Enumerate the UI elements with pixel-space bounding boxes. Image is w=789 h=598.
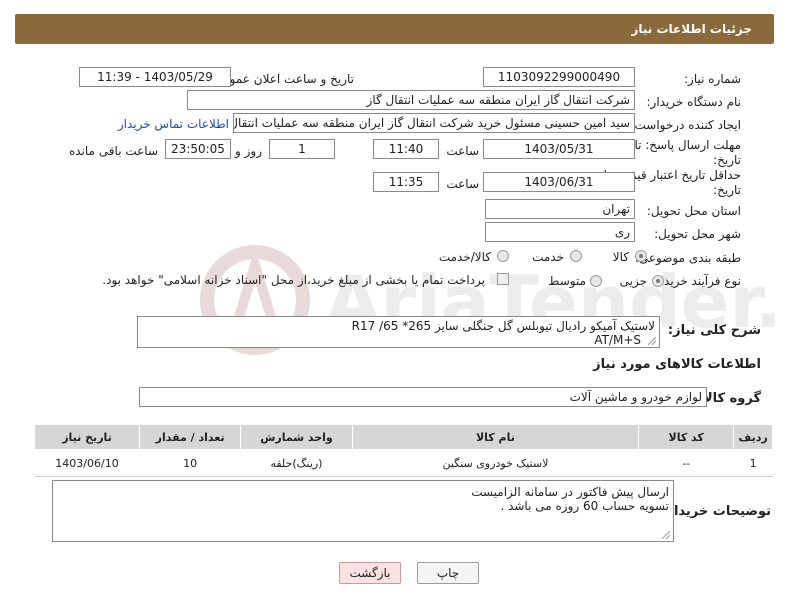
process-label: نوع فرآیند خرید : [656,274,741,288]
buyer-notes-textarea[interactable]: ارسال پیش فاکتور در سامانه الزامیست تسوی… [52,480,674,542]
cell-quantity: 10 [139,449,241,477]
buyer-notes-label: توضیحات خریدار: [661,504,771,519]
category-option-goods: کالا [612,250,629,264]
requester-field: سید امین حسینی مسئول خرید شرکت انتقال گا… [233,113,635,133]
col-row: ردیف [733,424,773,450]
category-radio-goods[interactable] [635,250,647,262]
province-field: تهران [485,199,635,219]
cell-row: 1 [733,449,773,477]
deadline-date-field: 1403/05/31 [483,139,635,159]
validity-date-field: 1403/06/31 [483,172,635,192]
goods-group-field: لوازم خودرو و ماشین آلات [139,387,707,407]
description-label: شرح کلی نیاز: [667,323,761,338]
items-table: ردیف کد کالا نام کالا واحد شمارش تعداد /… [33,424,773,477]
need-number-field: 1103092299000490 [483,67,635,87]
city-label: شهر محل تحویل: [654,227,741,241]
category-option-goods-service: کالا/خدمت [438,250,491,264]
category-option-service: خدمت [532,250,564,264]
cell-code: -- [638,449,734,477]
goods-section-title: اطلاعات کالاهای مورد نیاز [593,357,761,372]
buyer-org-field: شرکت انتقال گاز ایران منطقه سه عملیات ان… [187,90,635,110]
page-title: جزئیات اطلاعات نیاز [631,22,752,36]
table-row: 1 -- لاستیک خودروی سنگین (رینگ)حلقه 10 1… [34,449,773,477]
deadline-time-label: ساعت [446,144,479,158]
deadline-label-date: تاریخ: [713,153,741,167]
remaining-label: ساعت باقی مانده [68,144,158,158]
description-line-1: لاستیک آمیکو رادیال تیوبلس گل جنگلی سایز… [351,319,655,333]
payment-checkbox[interactable] [497,273,509,285]
validity-time-label: ساعت [446,177,479,191]
cell-date: 1403/06/10 [34,449,140,477]
process-option-minor: جزیی [619,274,647,288]
category-label: طبقه بندی موضوعی: [634,251,741,265]
cell-name: لاستیک خودروی سنگین [352,449,639,477]
print-button[interactable]: چاپ [417,562,479,584]
province-label: استان محل تحویل: [646,204,741,218]
buyer-notes-line-1: ارسال پیش فاکتور در سامانه الزامیست [471,485,669,499]
resize-grip-icon[interactable] [648,337,656,345]
buyer-org-label: نام دستگاه خریدار: [646,95,742,109]
description-line-2: AT/M+S [594,333,641,347]
process-radio-medium[interactable] [590,275,602,287]
resize-grip-icon[interactable] [662,531,670,539]
goods-group-label: گروه کالا: [697,391,761,406]
col-unit: واحد شمارش [240,424,353,450]
category-radio-service[interactable] [570,250,582,262]
deadline-label: مهلت ارسال پاسخ: تا [634,138,741,152]
back-button[interactable]: بازگشت [339,562,401,584]
col-code: کد کالا [638,424,735,450]
col-quantity: تعداد / مقدار [139,424,242,450]
need-number-label: شماره نیاز: [684,72,741,86]
description-textarea[interactable]: لاستیک آمیکو رادیال تیوبلس گل جنگلی سایز… [137,316,660,348]
process-radio-minor[interactable] [652,275,664,287]
col-date: تاریخ نیاز [33,424,141,450]
buyer-notes-line-2: تسویه حساب 60 روزه می باشد . [500,499,669,513]
days-field: 1 [269,139,335,159]
validity-time-field: 11:35 [373,172,439,192]
payment-note: پرداخت تمام یا بخشی از مبلغ خرید،از محل … [102,273,485,287]
contact-buyer-link[interactable]: اطلاعات تماس خریدار [118,117,229,131]
remaining-time-field: 23:50:05 [165,139,231,159]
announce-field: 1403/05/29 - 11:39 [79,67,231,87]
category-radio-goods-service[interactable] [497,250,509,262]
deadline-time-field: 11:40 [373,139,439,159]
requester-label: ایجاد کننده درخواست: [630,118,741,132]
cell-unit: (رینگ)حلقه [240,449,353,477]
days-label: روز و [235,144,262,158]
page-header: جزئیات اطلاعات نیاز [15,14,774,44]
validity-label-date: تاریخ: [713,183,741,197]
city-field: ری [485,222,635,242]
table-header-row: ردیف کد کالا نام کالا واحد شمارش تعداد /… [33,424,773,450]
col-name: نام کالا [351,424,640,450]
process-option-medium: متوسط [548,274,586,288]
